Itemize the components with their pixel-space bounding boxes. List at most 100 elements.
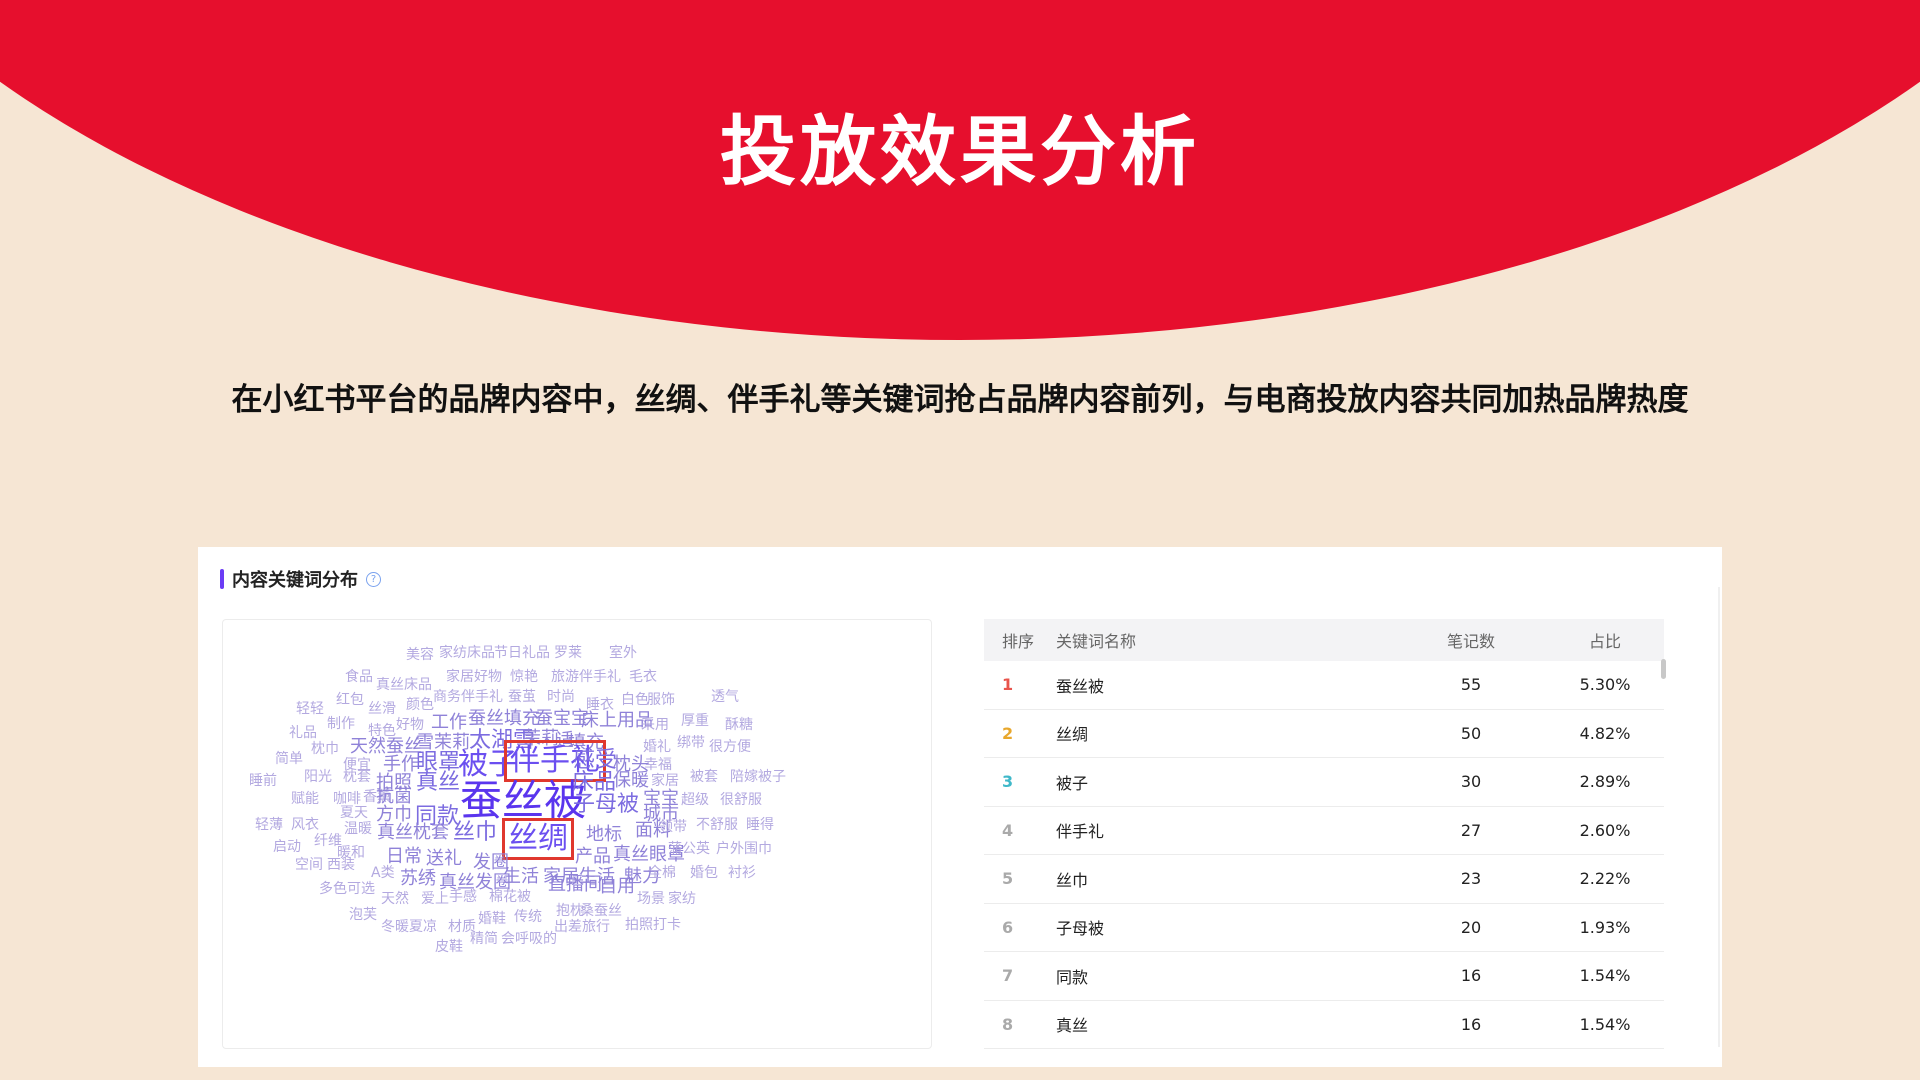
word-cloud-word: 西装: [327, 857, 355, 873]
word-cloud: 美容 家纺床品 节日礼品 罗莱 室外 食品 真丝床品 家居好物 惊艳 旅游伴手礼 毛衣 轻轻 红包 商务伴…: [222, 619, 932, 1049]
keyword-table: 排序 关键词名称 笔记数 占比 1 蚕丝被 55 5.30% 2 丝绸 50 4.82% 3 被子…: [984, 619, 1664, 1049]
word-cloud-word: 子母被: [573, 792, 640, 817]
header-rank: 排序: [1002, 632, 1035, 651]
word-cloud-word: 制作: [327, 716, 355, 732]
word-cloud-word: 好物: [396, 717, 424, 733]
word-cloud-word: 毛衣: [629, 669, 657, 685]
rank-cell: 1: [1002, 675, 1014, 695]
word-cloud-word: 自用: [599, 876, 635, 897]
word-cloud-word: 启动: [273, 839, 301, 855]
question-circle-icon[interactable]: ?: [366, 571, 381, 587]
word-cloud-word: 手感: [449, 889, 477, 905]
word-cloud-word: 真丝床品: [376, 677, 432, 693]
word-cloud-word: 采用: [641, 717, 669, 733]
word-cloud-word: 空间: [295, 857, 323, 873]
word-cloud-word: 家纺: [668, 891, 696, 907]
table-row[interactable]: 7 同款 16 1.54%: [984, 952, 1664, 1001]
keyword-cell: 真丝: [1056, 1016, 1089, 1036]
count-cell: 50: [1460, 723, 1482, 743]
word-cloud-word: 真丝: [416, 770, 461, 795]
page-subtitle: 在小红书平台的品牌内容中，丝绸、伴手礼等关键词抢占品牌内容前列，与电商投放内容共…: [231, 382, 1689, 418]
word-cloud-word: 家纺床品: [439, 645, 495, 661]
word-cloud-word: 红包: [336, 692, 364, 708]
word-cloud-word: 拍照打卡: [625, 917, 681, 933]
word-cloud-word: A类: [371, 865, 395, 881]
word-cloud-word: 全棉: [648, 865, 676, 881]
table-scrollbar[interactable]: [1661, 659, 1666, 679]
ratio-cell: 4.82%: [1579, 723, 1631, 743]
word-cloud-word: 睡得: [746, 817, 774, 833]
word-cloud-word: 婚包: [690, 865, 718, 881]
table-row[interactable]: 8 真丝 16 1.54%: [984, 1001, 1664, 1049]
rank-cell: 3: [1002, 772, 1014, 792]
word-cloud-word: 酥糖: [725, 717, 753, 733]
table-body: 1 蚕丝被 55 5.30% 2 丝绸 50 4.82% 3 被子 30 2.89% 4 伴手礼 27 2.6…: [984, 661, 1664, 1049]
word-cloud-word: 简单: [275, 751, 303, 767]
panel-title: 内容关键词分布: [232, 570, 358, 591]
word-cloud-word: 精简: [470, 931, 498, 947]
table-row[interactable]: 1 蚕丝被 55 5.30%: [984, 661, 1664, 710]
word-cloud-word: 生活: [503, 866, 539, 887]
word-cloud-word: 冬暖夏凉: [381, 919, 437, 935]
header-count: 笔记数: [1446, 632, 1495, 651]
word-cloud-word: 衬衫: [728, 865, 756, 881]
word-cloud-word: 风衣: [291, 817, 319, 833]
keyword-cell: 同款: [1056, 967, 1089, 987]
word-cloud-word: 阳光: [304, 769, 332, 785]
word-cloud-word: 婚鞋: [478, 911, 506, 927]
word-cloud-word: 节日礼品: [494, 645, 550, 661]
keyword-cell: 子母被: [1056, 919, 1105, 939]
rank-cell: 8: [1002, 1014, 1014, 1034]
table-row[interactable]: 6 子母被 20 1.93%: [984, 904, 1664, 952]
word-cloud-word: 出差旅行: [554, 919, 610, 935]
word-cloud-word: 皮鞋: [435, 939, 463, 955]
rank-cell: 4: [1002, 820, 1014, 840]
panel-divider: [1718, 587, 1720, 1047]
word-cloud-word: 夏天: [340, 805, 368, 821]
word-cloud-word: 蚕丝填充: [468, 708, 540, 729]
slide: 投放效果分析 在小红书平台的品牌内容中，丝绸、伴手礼等关键词抢占品牌内容前列，与…: [0, 0, 1920, 1080]
count-cell: 55: [1460, 675, 1482, 695]
table-row[interactable]: 5 丝巾 23 2.22%: [984, 855, 1664, 904]
word-cloud-word: 桑蚕丝: [580, 903, 622, 919]
word-cloud-word: 罗莱: [554, 645, 582, 661]
word-cloud-word: 咖啡: [333, 791, 361, 807]
word-cloud-word: 日常: [386, 846, 422, 867]
word-cloud-word: 天然: [381, 891, 409, 907]
header-ratio: 占比: [1588, 632, 1621, 651]
rank-cell: 6: [1002, 917, 1014, 937]
word-cloud-word: 泡芙: [349, 907, 377, 923]
ratio-cell: 1.93%: [1579, 917, 1631, 937]
word-cloud-word: 传统: [514, 909, 542, 925]
table-row[interactable]: 2 丝绸 50 4.82%: [984, 710, 1664, 758]
ratio-cell: 1.54%: [1579, 966, 1631, 986]
rank-cell: 2: [1002, 723, 1014, 743]
word-cloud-word: 户外围巾: [716, 841, 772, 857]
word-cloud-word: 枕巾: [311, 741, 339, 757]
table-row[interactable]: 4 伴手礼 27 2.60%: [984, 807, 1664, 855]
word-cloud-word: 轻薄: [255, 817, 283, 833]
word-cloud-word: 真丝枕套: [377, 822, 449, 843]
word-cloud-word: 丝滑: [368, 701, 396, 717]
word-cloud-word: 地标: [586, 824, 622, 845]
word-cloud-word: 床品: [572, 770, 617, 795]
word-cloud-word: 超级: [681, 792, 709, 808]
ratio-cell: 1.54%: [1579, 1014, 1631, 1034]
word-cloud-word: 商务伴手礼: [433, 689, 503, 705]
ratio-cell: 2.22%: [1579, 869, 1631, 889]
table-row[interactable]: 3 被子 30 2.89%: [984, 758, 1664, 807]
word-cloud-word: 服饰: [647, 692, 675, 708]
keyword-panel: 内容关键词分布 ? 美容 家纺床品 节日礼品 罗莱 室外 食品 真丝床品 家居好物 惊艳 旅游伴手…: [198, 547, 1722, 1067]
word-cloud-word: 多色可选: [319, 881, 375, 897]
keyword-cell: 伴手礼: [1056, 822, 1105, 842]
rank-cell: 7: [1002, 966, 1014, 986]
word-cloud-word: 很方便: [709, 739, 751, 755]
word-cloud-word: 枕套: [343, 769, 371, 785]
page-title: 投放效果分析: [720, 107, 1200, 196]
panel-header: 内容关键词分布 ?: [220, 567, 381, 591]
word-cloud-word: 美容: [406, 647, 434, 663]
word-cloud-word: 旅游伴手礼: [551, 669, 621, 685]
word-cloud-word: 家居好物: [446, 669, 502, 685]
ratio-cell: 2.60%: [1579, 820, 1631, 840]
word-cloud-word: 不舒服: [696, 817, 738, 833]
